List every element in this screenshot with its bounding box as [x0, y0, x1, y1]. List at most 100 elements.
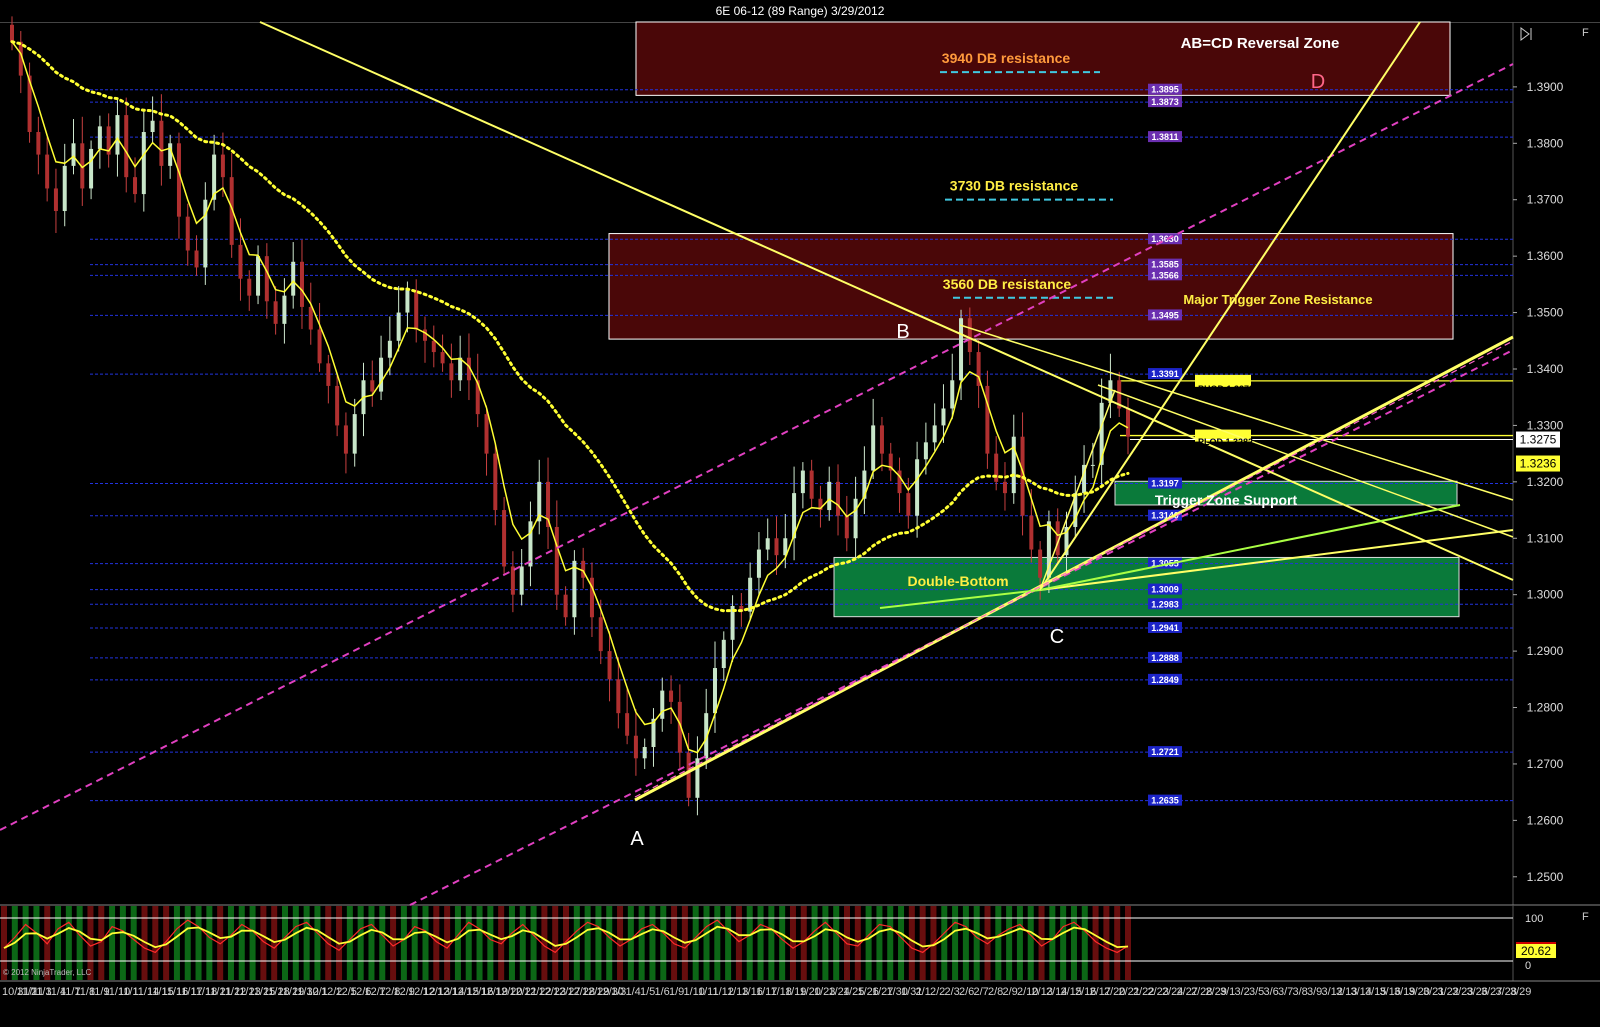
zone-label: Trigger Zone Support [1155, 492, 1298, 508]
candle-body [194, 250, 199, 268]
candle-body [159, 120, 164, 166]
oscillator-histogram-bar [173, 906, 180, 980]
candle-body [844, 515, 849, 539]
y-tick-label: 1.3900 [1527, 80, 1564, 94]
candle-body [519, 566, 524, 595]
oscillator-histogram-bar [195, 906, 202, 980]
levels-layer: 1.3895 1.3873 1.3811 1.3630 1.35851.3566 1.34… [90, 83, 1513, 806]
zone-label: Double-Bottom [907, 573, 1008, 589]
candle-body [370, 380, 375, 392]
oscillator-panel: 100011.4220.62 [0, 906, 1556, 980]
candle-body [89, 148, 94, 189]
x-tick-label: 1/9 [669, 986, 684, 998]
candle-body [906, 493, 911, 516]
candle-body [299, 261, 304, 307]
level-label: 1.2849 [1151, 675, 1179, 685]
scroll-to-end-icon[interactable] [1520, 27, 1532, 41]
candle-body [414, 290, 419, 330]
last-price-label: 1.3275 [1520, 433, 1557, 447]
sma-value-label: 1.3236 [1520, 457, 1557, 471]
level-label: 1.3585 [1151, 260, 1179, 270]
oscillator-histogram-bar [346, 906, 353, 980]
price-chart[interactable]: 1.3895 1.3873 1.3811 1.3630 1.35851.3566 1.34… [0, 0, 1600, 1027]
candle-body [923, 442, 928, 460]
y-tick-label: 1.2800 [1527, 701, 1564, 715]
level-label: 1.3630 [1151, 234, 1179, 244]
candle-body [1029, 515, 1034, 550]
candle-body [150, 120, 155, 133]
oscillator-histogram-bar [249, 906, 256, 980]
corner-label-bottom[interactable]: F [1582, 911, 1589, 923]
candle-body [563, 594, 568, 618]
y-tick-label: 1.3500 [1527, 306, 1564, 320]
candle-body [827, 481, 832, 511]
x-tick-label: 2/2 [930, 986, 945, 998]
oscillator-tick-label: 0 [1525, 960, 1531, 972]
oscillator-histogram-bar [595, 906, 602, 980]
oscillator-histogram-bar [109, 906, 116, 980]
copyright-text: © 2012 NinjaTrader, LLC [3, 968, 92, 977]
point-label-c: C [1050, 626, 1064, 648]
candle-body [598, 617, 603, 652]
oscillator-histogram-bar [476, 906, 483, 980]
oscillator-histogram-bar [692, 906, 699, 980]
candle-body [115, 115, 120, 155]
oscillator-histogram-bar [1125, 906, 1131, 980]
candle-body [352, 414, 357, 454]
trendlines-layer [0, 21, 1514, 906]
x-tick-label: 1/5 [640, 986, 655, 998]
candle-body [1002, 481, 1007, 494]
x-tick-label: 3/29 [1510, 986, 1531, 998]
oscillator-histogram-bar [390, 906, 397, 980]
candle-body [800, 470, 805, 494]
oscillator-histogram-bar [703, 906, 710, 980]
oscillator-histogram-bar [649, 906, 656, 980]
oscillator-histogram-bar [130, 906, 137, 980]
candle-body [273, 301, 278, 324]
y-tick-label: 1.3000 [1527, 588, 1564, 602]
candle-body [642, 747, 647, 759]
candle-body [291, 261, 296, 296]
x-tick-label: 3/2 [1235, 986, 1250, 998]
corner-label-top[interactable]: F [1582, 27, 1589, 39]
level-label: 1.3873 [1151, 97, 1179, 107]
oscillator-histogram-bar [303, 906, 310, 980]
candle-body [308, 306, 313, 330]
candle-body [387, 340, 392, 358]
candle-body [625, 713, 630, 736]
oscillator-histogram-bar [973, 906, 980, 980]
candle-body [985, 385, 990, 454]
candle-body [256, 256, 261, 296]
level-label: 1.3811 [1151, 132, 1178, 142]
oscillator-histogram-bar [660, 906, 667, 980]
candle-body [264, 256, 269, 302]
oscillator-histogram-bar [1049, 906, 1056, 980]
y-tick-label: 1.3700 [1527, 193, 1564, 207]
candle-body [836, 481, 841, 516]
level-label: 1.2635 [1151, 796, 1179, 806]
oscillator-histogram-bar [1038, 906, 1045, 980]
oscillator-histogram-bar [454, 906, 461, 980]
plod-label: PLOD 1.3282 [1198, 437, 1253, 447]
oscillator-histogram-bar [876, 906, 883, 980]
candle-body [669, 690, 674, 702]
candle-body [879, 425, 884, 454]
oscillator-histogram-bar [184, 906, 191, 980]
oscillator-yellow-readout: 20.62 [1521, 944, 1551, 958]
x-tick-label: 2/3 [945, 986, 960, 998]
oscillator-histogram-bar [465, 906, 472, 980]
x-tick-label: 1/3 [611, 986, 626, 998]
x-tick-label: 1/4 [626, 986, 641, 998]
candle-body [405, 290, 410, 313]
oscillator-histogram-bar [833, 906, 840, 980]
oscillator-histogram-bar [314, 906, 321, 980]
candle-body [774, 538, 779, 556]
candle-body [871, 425, 876, 471]
x-tick-label: 2/7 [974, 986, 989, 998]
oscillator-histogram-bar [206, 906, 213, 980]
candle-body [449, 363, 454, 381]
level-label: 1.3895 [1151, 85, 1179, 95]
oscillator-histogram-bar [227, 906, 234, 980]
oscillator-histogram-bar [422, 906, 429, 980]
candle-body [97, 126, 102, 149]
